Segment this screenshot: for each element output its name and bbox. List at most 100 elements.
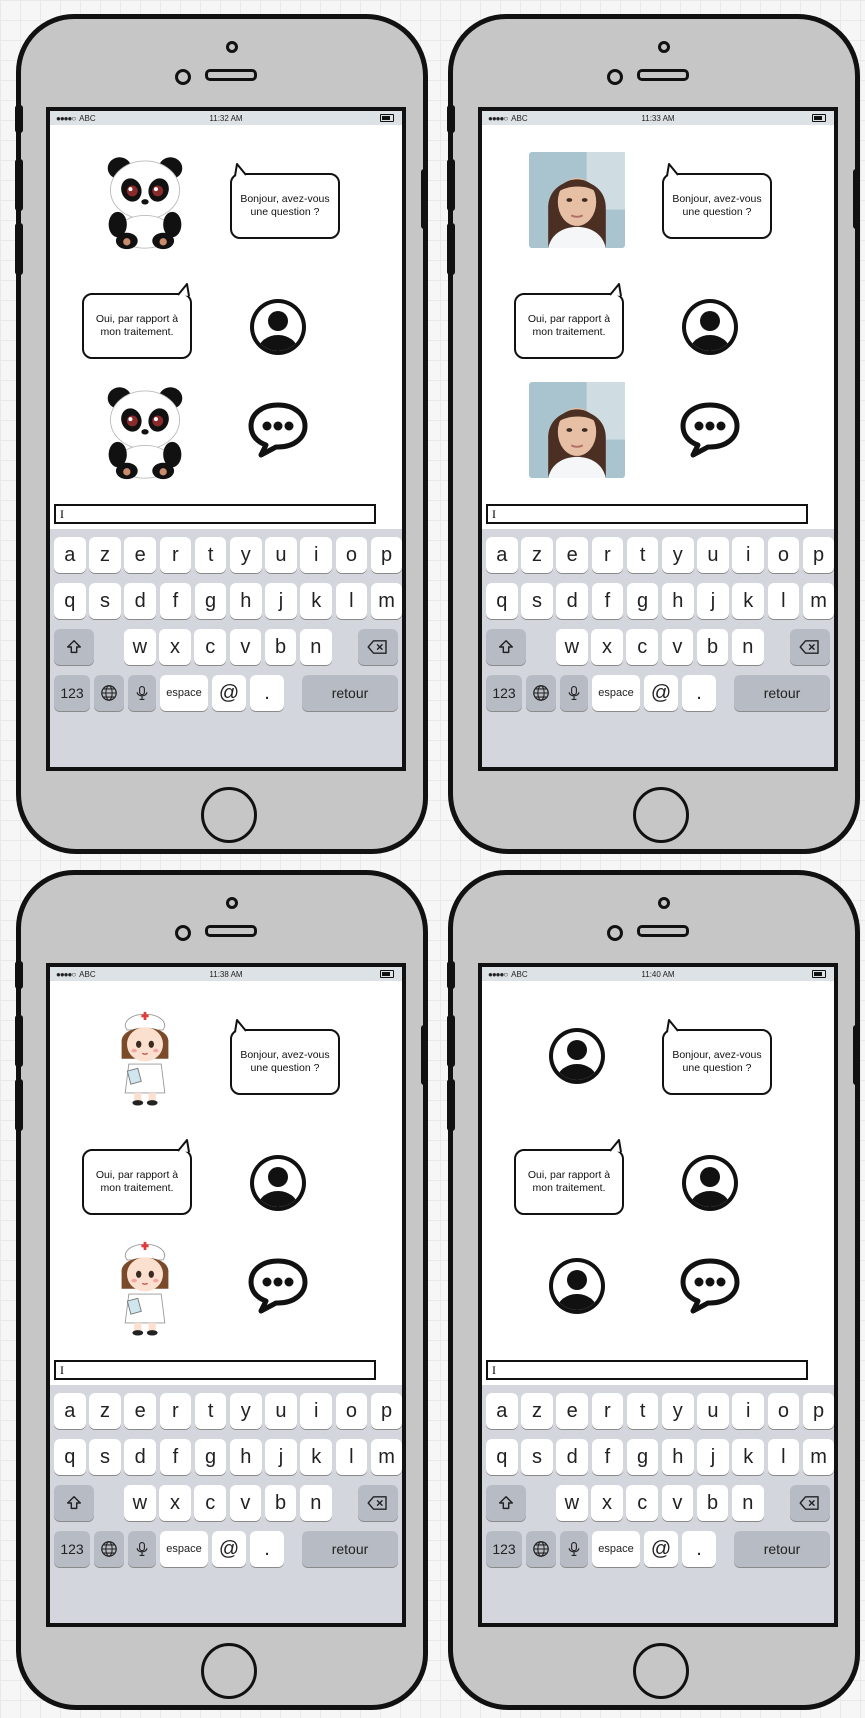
key-l[interactable]: l [767,1439,800,1475]
shift-key[interactable] [54,629,94,665]
key-i[interactable]: i [732,537,764,573]
chat-bubble-icon[interactable] [246,397,310,461]
period-key[interactable]: . [682,1531,716,1567]
key-w[interactable]: w [124,1485,156,1521]
at-key[interactable]: @ [212,675,246,711]
globe-key[interactable] [94,1531,124,1567]
key-x[interactable]: x [159,1485,191,1521]
key-o[interactable]: o [767,1393,800,1429]
chat-bubble-icon[interactable] [246,1253,310,1317]
key-g[interactable]: g [194,1439,227,1475]
key-a[interactable]: a [486,537,518,573]
key-f[interactable]: f [591,583,624,619]
key-u[interactable]: u [265,1393,297,1429]
period-key[interactable]: . [250,1531,284,1567]
at-key[interactable]: @ [212,1531,246,1567]
key-w[interactable]: w [556,629,588,665]
backspace-key[interactable] [790,629,830,665]
key-e[interactable]: e [556,537,588,573]
home-button[interactable] [201,787,257,843]
key-x[interactable]: x [591,1485,623,1521]
key-z[interactable]: z [89,1393,121,1429]
key-g[interactable]: g [626,583,659,619]
key-i[interactable]: i [300,1393,332,1429]
period-key[interactable]: . [250,675,284,711]
key-s[interactable]: s [521,583,553,619]
key-x[interactable]: x [159,629,191,665]
microphone-key[interactable] [560,1531,588,1567]
key-h[interactable]: h [230,583,262,619]
key-y[interactable]: y [230,537,262,573]
key-w[interactable]: w [124,629,156,665]
key-l[interactable]: l [335,1439,368,1475]
home-button[interactable] [633,787,689,843]
return-key[interactable]: retour [734,1531,830,1567]
key-t[interactable]: t [626,1393,659,1429]
key-f[interactable]: f [591,1439,624,1475]
key-j[interactable]: j [697,1439,729,1475]
key-v[interactable]: v [661,1485,694,1521]
key-h[interactable]: h [662,1439,694,1475]
key-s[interactable]: s [89,583,121,619]
shift-key[interactable] [486,1485,526,1521]
key-a[interactable]: a [486,1393,518,1429]
key-d[interactable]: d [124,1439,156,1475]
key-y[interactable]: y [662,1393,694,1429]
key-t[interactable]: t [194,537,227,573]
key-v[interactable]: v [229,1485,262,1521]
key-c[interactable]: c [626,629,658,665]
message-input[interactable]: I [486,504,808,524]
globe-key[interactable] [94,675,124,711]
key-e[interactable]: e [124,1393,156,1429]
key-k[interactable]: k [732,1439,764,1475]
message-input[interactable]: I [486,1360,808,1380]
key-w[interactable]: w [556,1485,588,1521]
key-d[interactable]: d [124,583,156,619]
space-key[interactable]: espace [160,1531,208,1567]
key-z[interactable]: z [521,537,553,573]
key-v[interactable]: v [661,629,694,665]
key-d[interactable]: d [556,1439,588,1475]
message-input[interactable]: I [54,504,376,524]
key-o[interactable]: o [335,1393,368,1429]
home-button[interactable] [633,1643,689,1699]
key-r[interactable]: r [591,537,624,573]
key-k[interactable]: k [300,1439,332,1475]
space-key[interactable]: espace [592,1531,640,1567]
key-s[interactable]: s [521,1439,553,1475]
key-m[interactable]: m [802,1439,834,1475]
at-key[interactable]: @ [644,675,678,711]
key-v[interactable]: v [229,629,262,665]
numbers-key[interactable]: 123 [486,675,522,711]
at-key[interactable]: @ [644,1531,678,1567]
key-t[interactable]: t [194,1393,227,1429]
key-b[interactable]: b [264,1485,297,1521]
key-j[interactable]: j [265,1439,297,1475]
chat-bubble-icon[interactable] [678,1253,742,1317]
key-q[interactable]: q [486,1439,518,1475]
microphone-key[interactable] [128,675,156,711]
key-o[interactable]: o [767,537,800,573]
key-p[interactable]: p [370,537,402,573]
key-u[interactable]: u [697,537,729,573]
key-q[interactable]: q [54,1439,86,1475]
key-c[interactable]: c [626,1485,658,1521]
key-u[interactable]: u [697,1393,729,1429]
key-z[interactable]: z [521,1393,553,1429]
key-y[interactable]: y [662,537,694,573]
numbers-key[interactable]: 123 [54,1531,90,1567]
key-m[interactable]: m [370,1439,402,1475]
microphone-key[interactable] [128,1531,156,1567]
shift-key[interactable] [486,629,526,665]
key-i[interactable]: i [300,537,332,573]
microphone-key[interactable] [560,675,588,711]
home-button[interactable] [201,1643,257,1699]
key-i[interactable]: i [732,1393,764,1429]
key-q[interactable]: q [486,583,518,619]
key-j[interactable]: j [265,583,297,619]
numbers-key[interactable]: 123 [486,1531,522,1567]
key-q[interactable]: q [54,583,86,619]
key-e[interactable]: e [556,1393,588,1429]
backspace-key[interactable] [358,629,398,665]
key-n[interactable]: n [732,629,764,665]
